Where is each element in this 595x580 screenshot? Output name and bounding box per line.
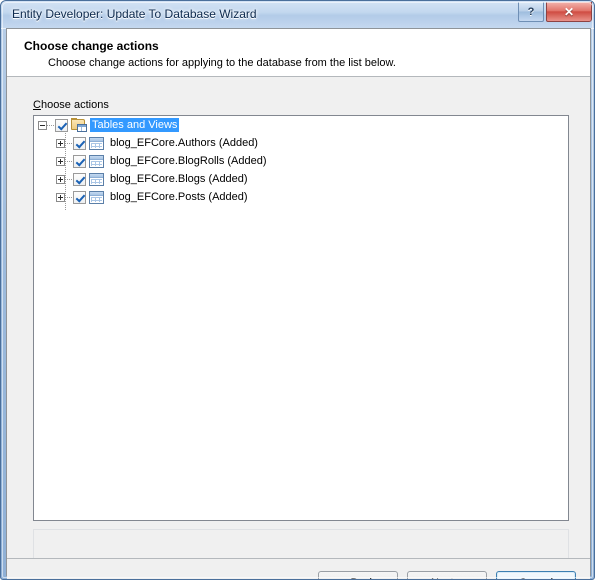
wizard-footer: < Back Next > Cancel bbox=[7, 558, 590, 579]
tree-checkbox-root[interactable] bbox=[55, 118, 68, 132]
tree-node-label-root: Tables and Views bbox=[90, 118, 180, 132]
window-title: Entity Developer: Update To Database Wiz… bbox=[12, 7, 257, 21]
table-icon bbox=[89, 136, 104, 150]
tree-row-root[interactable]: Tables and Views bbox=[34, 116, 568, 134]
choose-actions-label: Choose actions bbox=[33, 99, 109, 111]
tree-node-label: blog_EFCore.Authors (Added) bbox=[110, 137, 258, 149]
expander-expand-icon[interactable] bbox=[56, 192, 65, 202]
tree-row-item[interactable]: blog_EFCore.Blogs (Added) bbox=[34, 170, 568, 188]
change-actions-tree[interactable]: Tables and Views blog_EFCore.Authors (Ad… bbox=[33, 115, 569, 521]
tree-row-item[interactable]: blog_EFCore.BlogRolls (Added) bbox=[34, 152, 568, 170]
cancel-button[interactable]: Cancel bbox=[496, 571, 576, 579]
tree-dash-icon bbox=[65, 178, 73, 180]
choose-actions-label-rest: hoose actions bbox=[40, 99, 109, 111]
title-bar-buttons: ? ✕ bbox=[518, 2, 592, 22]
wizard-window: Entity Developer: Update To Database Wiz… bbox=[0, 0, 595, 580]
tree-checkbox-item[interactable] bbox=[73, 154, 86, 168]
expander-expand-icon[interactable] bbox=[56, 174, 65, 184]
tree-row-item[interactable]: blog_EFCore.Posts (Added) bbox=[34, 188, 568, 206]
tree-dash-icon bbox=[65, 160, 73, 162]
folder-tables-icon bbox=[71, 118, 87, 132]
dialog-client-area: Choose change actions Choose change acti… bbox=[6, 28, 591, 579]
table-icon bbox=[89, 154, 104, 168]
table-icon bbox=[89, 190, 104, 204]
page-description: Choose change actions for applying to th… bbox=[48, 57, 396, 69]
tree-checkbox-item[interactable] bbox=[73, 136, 86, 150]
expander-expand-icon[interactable] bbox=[56, 138, 65, 148]
tree-node-label: blog_EFCore.Posts (Added) bbox=[110, 191, 248, 203]
tree-checkbox-item[interactable] bbox=[73, 190, 86, 204]
title-bar[interactable]: Entity Developer: Update To Database Wiz… bbox=[1, 1, 594, 29]
tree-node-label: blog_EFCore.Blogs (Added) bbox=[110, 173, 248, 185]
tree-dash-icon bbox=[65, 196, 73, 198]
footer-separator bbox=[7, 558, 590, 559]
page-title: Choose change actions bbox=[24, 39, 159, 53]
close-button[interactable]: ✕ bbox=[546, 2, 592, 22]
table-icon bbox=[89, 172, 104, 186]
expander-expand-icon[interactable] bbox=[56, 156, 65, 166]
help-button[interactable]: ? bbox=[518, 2, 544, 22]
tree-checkbox-item[interactable] bbox=[73, 172, 86, 186]
tree-dash-icon bbox=[47, 124, 55, 126]
tree-dash-icon bbox=[65, 142, 73, 144]
next-button[interactable]: Next > bbox=[407, 571, 487, 579]
wizard-body: Choose actions Tables and Views blog_EFC… bbox=[7, 77, 590, 575]
choose-actions-label-accel: C bbox=[33, 99, 41, 111]
wizard-header: Choose change actions Choose change acti… bbox=[7, 29, 590, 77]
tree-node-label: blog_EFCore.BlogRolls (Added) bbox=[110, 155, 267, 167]
expander-collapse-icon[interactable] bbox=[38, 120, 47, 130]
footer-button-group: < Back Next > Cancel bbox=[318, 571, 576, 579]
tree-row-item[interactable]: blog_EFCore.Authors (Added) bbox=[34, 134, 568, 152]
back-button[interactable]: < Back bbox=[318, 571, 398, 579]
